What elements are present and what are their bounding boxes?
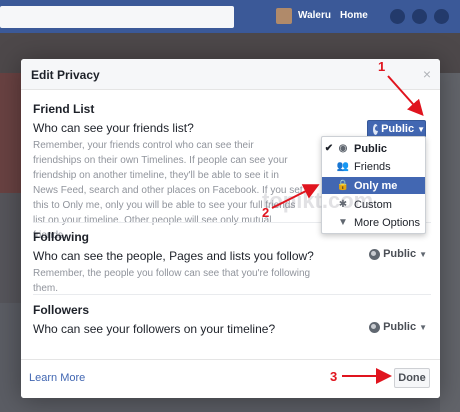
selector-label: Public (381, 123, 415, 135)
menu-item-friends[interactable]: 👥 Friends (322, 158, 425, 175)
facebook-topbar: Waleru Home (0, 0, 460, 33)
caret-down-icon: ▼ (419, 322, 427, 332)
avatar[interactable] (276, 8, 292, 24)
check-icon: ✔ (324, 143, 334, 154)
following-audience-selector[interactable]: Public ▼ (369, 248, 427, 260)
annotation-number-1: 1 (378, 59, 386, 74)
triangle-down-icon: ▼ (338, 217, 348, 228)
menu-item-label: More Options (354, 216, 421, 229)
dialog-title: Edit Privacy (31, 68, 100, 82)
annotation-number-3: 3 (330, 369, 338, 384)
globe-icon: ◉ (338, 143, 348, 154)
audience-dropdown-menu: ✔ ◉ Public 👥 Friends 🔒 Only me ✱ Custom … (321, 136, 426, 234)
section-title: Friend List (33, 102, 95, 116)
friends-icon: 👥 (336, 161, 350, 172)
selector-label: Public (383, 321, 417, 333)
dialog-footer: Learn More Done (21, 359, 440, 398)
profile-name-link[interactable]: Waleru (298, 10, 331, 21)
close-icon[interactable]: × (423, 66, 431, 82)
watermark: topikt.com (262, 188, 374, 213)
globe-icon (373, 123, 379, 135)
messages-icon[interactable] (412, 9, 427, 24)
globe-icon (369, 321, 381, 333)
selector-label: Public (383, 248, 417, 260)
menu-item-more-options[interactable]: ▼ More Options (322, 214, 425, 231)
section-title: Followers (33, 303, 90, 317)
friend-requests-icon[interactable] (390, 9, 405, 24)
notifications-icon[interactable] (434, 9, 449, 24)
menu-item-label: Friends (354, 160, 391, 173)
search-bar[interactable] (0, 6, 234, 28)
done-button[interactable]: Done (394, 368, 430, 388)
following-section: Following Who can see the people, Pages … (33, 230, 431, 296)
menu-item-public[interactable]: ✔ ◉ Public (322, 140, 425, 157)
divider (33, 294, 431, 295)
caret-down-icon: ▼ (417, 124, 425, 134)
caret-down-icon: ▼ (419, 249, 427, 259)
globe-icon (369, 248, 381, 260)
section-description: Remember, the people you follow can see … (33, 268, 311, 294)
learn-more-link[interactable]: Learn More (29, 372, 85, 384)
followers-audience-selector[interactable]: Public ▼ (369, 321, 427, 333)
annotation-number-2: 2 (262, 205, 270, 220)
home-link[interactable]: Home (340, 10, 368, 21)
menu-item-label: Public (354, 142, 388, 155)
edit-privacy-dialog: Edit Privacy × Friend List Who can see y… (21, 59, 440, 398)
